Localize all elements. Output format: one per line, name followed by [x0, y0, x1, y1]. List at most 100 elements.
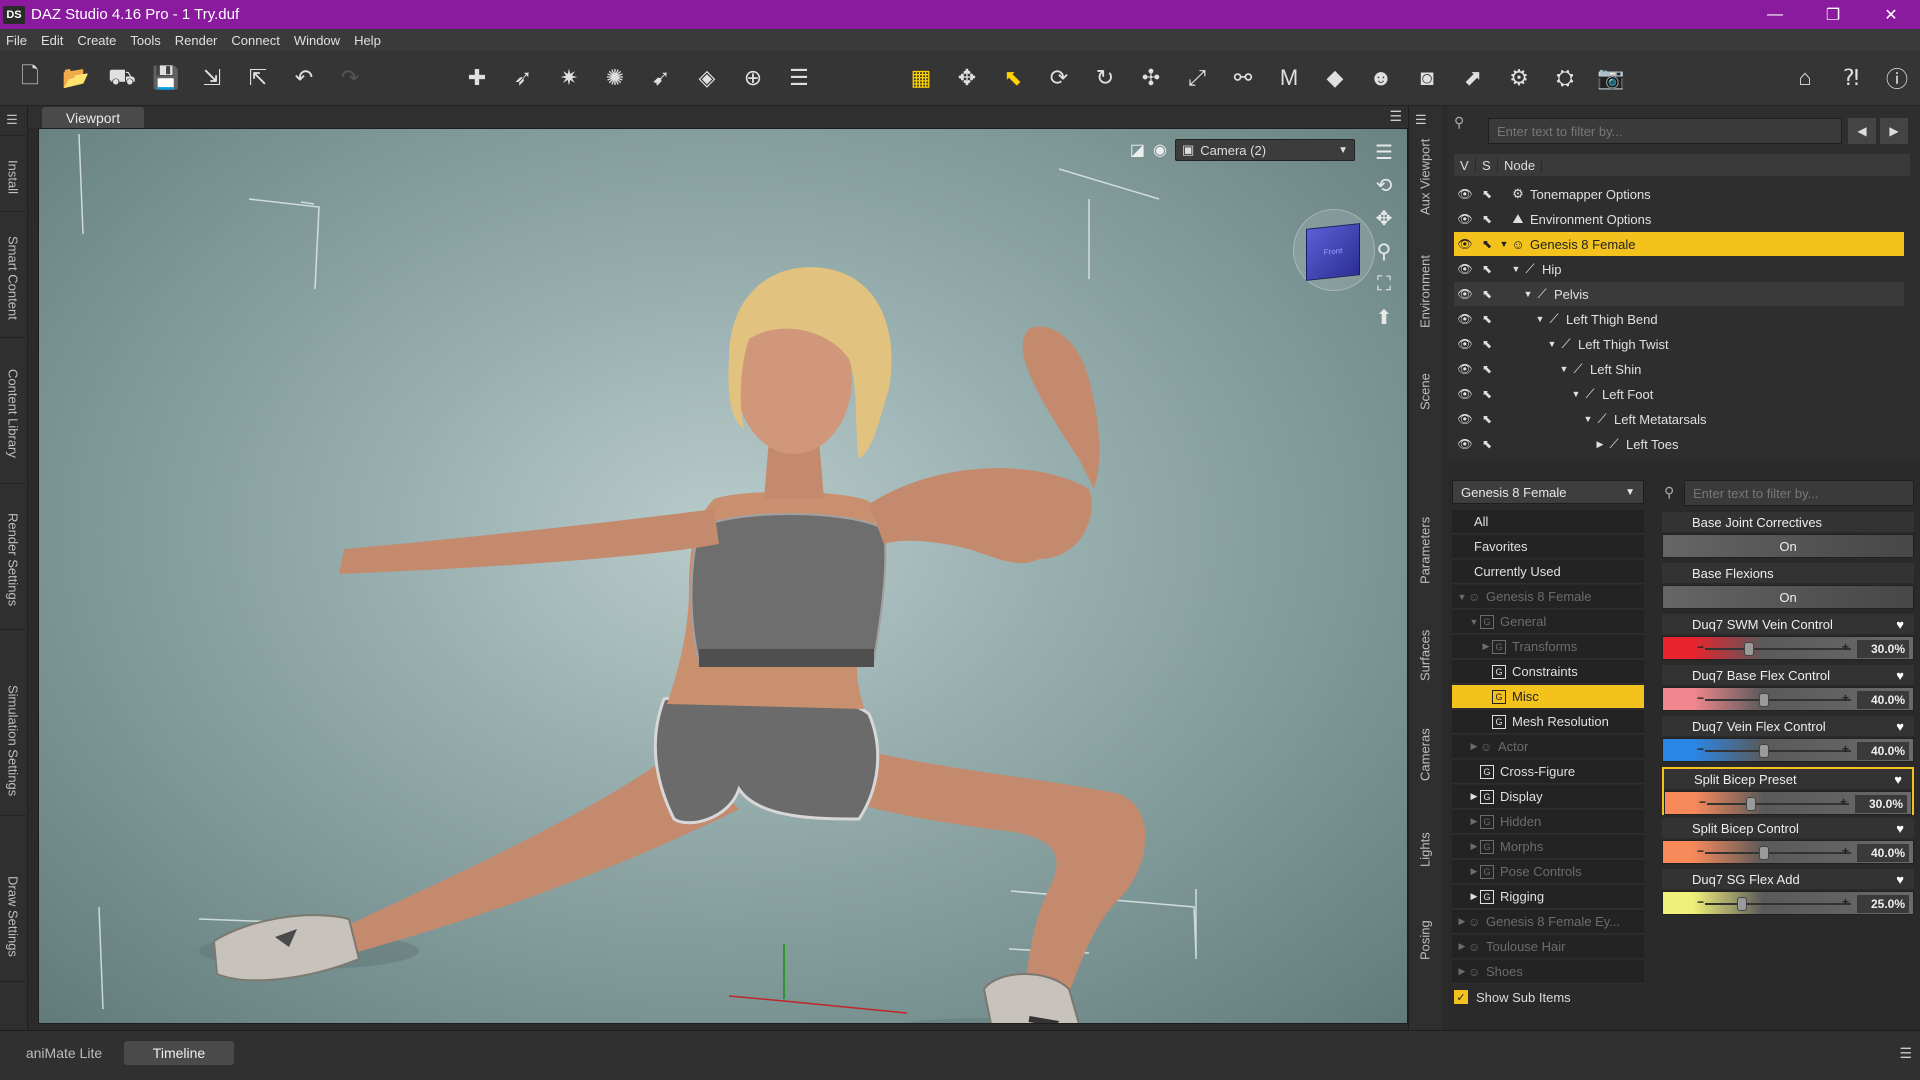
parameter-slider[interactable]: Split Bicep Preset ♥ − +30.0%	[1662, 767, 1914, 815]
slider-bar[interactable]: − +30.0%	[1662, 636, 1914, 660]
expand-toggle-icon[interactable]: ▼	[1468, 617, 1480, 627]
slider-bar[interactable]: − +25.0%	[1662, 891, 1914, 915]
expand-toggle-icon[interactable]: ▼	[1456, 592, 1468, 602]
daz-home-icon[interactable]: ⌂	[1790, 63, 1820, 93]
parameter-category-row[interactable]: ▶ G Hidden	[1452, 810, 1644, 834]
active-pose-icon[interactable]: ⬈	[1458, 63, 1488, 93]
camera-select[interactable]: ▣ Camera (2) ▼	[1175, 139, 1355, 161]
parameter-category-row[interactable]: G Mesh Resolution	[1452, 710, 1644, 734]
expand-toggle-icon[interactable]: ▶	[1468, 816, 1480, 827]
scene-next-icon[interactable]: ▶	[1880, 118, 1908, 144]
joint-editor-icon[interactable]: ⚯	[1228, 63, 1258, 93]
expand-toggle-icon[interactable]: ▶	[1468, 741, 1480, 752]
expand-toggle-icon[interactable]: ▼	[1534, 314, 1546, 324]
parameters-filter-input[interactable]: Enter text to filter by...	[1684, 480, 1914, 506]
visibility-eye-icon[interactable]: 👁	[1454, 287, 1476, 301]
slider-track[interactable]	[1705, 750, 1851, 752]
whats-this-icon[interactable]: ⁈	[1836, 63, 1866, 93]
show-sub-items-checkbox[interactable]: ✓ Show Sub Items	[1454, 986, 1571, 1008]
tab-parameters[interactable]: Parameters	[1413, 500, 1437, 600]
bottom-panel-menu-icon[interactable]: ☰	[1899, 1045, 1912, 1062]
expand-toggle-icon[interactable]: ▼	[1570, 389, 1582, 399]
render-grid-icon[interactable]: ▦	[906, 63, 936, 93]
menu-create[interactable]: Create	[77, 33, 116, 48]
menu-tools[interactable]: Tools	[130, 33, 160, 48]
scene-node-row[interactable]: 👁 ⬉ ⚙ Tonemapper Options	[1454, 182, 1904, 206]
parameter-category-row[interactable]: ▶ G Display	[1452, 785, 1644, 809]
scale-tool-icon[interactable]: ⤢	[1182, 63, 1212, 93]
scene-node-row[interactable]: 👁 ⬉ ▼ ⟋ Left Thigh Twist	[1454, 332, 1904, 356]
menu-render[interactable]: Render	[175, 33, 218, 48]
orbit-icon[interactable]: ⟲	[1369, 170, 1399, 200]
col-node[interactable]: Node	[1498, 157, 1543, 173]
slider-track[interactable]	[1705, 648, 1851, 650]
parameter-category-row[interactable]: ▶ G Pose Controls	[1452, 860, 1644, 884]
toggle-value[interactable]: On	[1662, 585, 1914, 609]
scene-node-row[interactable]: 👁 ⬉ ▼ ⟋ Left Foot	[1454, 382, 1904, 406]
new-file-icon[interactable]: 🗋	[15, 63, 45, 93]
menu-window[interactable]: Window	[294, 33, 340, 48]
selectable-arrow-icon[interactable]: ⬉	[1476, 287, 1498, 301]
selectable-arrow-icon[interactable]: ⬉	[1476, 337, 1498, 351]
expand-toggle-icon[interactable]: ▼	[1498, 239, 1510, 249]
decrement-icon[interactable]: −	[1697, 742, 1704, 756]
slider-knob[interactable]	[1746, 797, 1757, 811]
col-visible[interactable]: V	[1454, 157, 1476, 173]
parameter-category-row[interactable]: ▶ ☺ Shoes	[1452, 960, 1644, 984]
close-button[interactable]: ✕	[1862, 0, 1920, 29]
iray-render-icon[interactable]: ⛭	[1550, 63, 1580, 93]
expand-toggle-icon[interactable]: ▶	[1468, 791, 1480, 802]
favorite-heart-icon[interactable]: ♥	[1896, 872, 1904, 887]
increment-icon[interactable]: +	[1842, 691, 1849, 705]
redo-icon[interactable]: ↷	[335, 63, 365, 93]
create-distant-light-icon[interactable]: ➶	[508, 63, 538, 93]
surface-selection-icon[interactable]: ◆	[1320, 63, 1350, 93]
selectable-arrow-icon[interactable]: ⬉	[1476, 362, 1498, 376]
decrement-icon[interactable]: −	[1697, 691, 1704, 705]
visibility-eye-icon[interactable]: 👁	[1454, 412, 1476, 426]
tab-smart-content[interactable]: Smart Content	[0, 218, 26, 338]
undo-icon[interactable]: ↶	[289, 63, 319, 93]
tab-posing[interactable]: Posing	[1413, 900, 1437, 980]
parameter-toggle[interactable]: Base Flexions On	[1662, 563, 1914, 611]
slider-value[interactable]: 40.0%	[1857, 844, 1909, 862]
parameter-category-row[interactable]: ▶ ☺ Actor	[1452, 735, 1644, 759]
viewport-menu-icon[interactable]: ☰	[1389, 108, 1402, 125]
tab-cameras[interactable]: Cameras	[1413, 710, 1437, 800]
parameter-category-row[interactable]: ▶ G Rigging	[1452, 885, 1644, 909]
expand-toggle-icon[interactable]: ▼	[1582, 414, 1594, 424]
visibility-eye-icon[interactable]: 👁	[1454, 187, 1476, 201]
parameter-category-row[interactable]: All	[1452, 510, 1644, 534]
visibility-eye-icon[interactable]: 👁	[1454, 362, 1476, 376]
menu-file[interactable]: File	[6, 33, 27, 48]
scene-node-row[interactable]: 👁 ⬉ ⛰ Environment Options	[1454, 207, 1904, 231]
draw-style-icon[interactable]: ◪	[1130, 140, 1145, 160]
slider-track[interactable]	[1705, 699, 1851, 701]
viewport[interactable]: ◪ ◉ ▣ Camera (2) ▼ ☰ ⟲ ✥ ⚲ ⛶ ⬆ Front	[38, 128, 1408, 1024]
increment-icon[interactable]: +	[1842, 640, 1849, 654]
scene-node-row[interactable]: 👁 ⬉ ▼ ⟋ Left Thigh Bend	[1454, 307, 1904, 331]
selectable-arrow-icon[interactable]: ⬉	[1476, 212, 1498, 226]
slider-track[interactable]	[1705, 852, 1851, 854]
create-point-light-icon[interactable]: ✷	[554, 63, 584, 93]
slider-track[interactable]	[1705, 903, 1851, 905]
parameter-category-row[interactable]: Currently Used	[1452, 560, 1644, 584]
export-icon[interactable]: ⇱	[243, 63, 273, 93]
tab-aux-viewport[interactable]: Aux Viewport	[1413, 132, 1437, 222]
parameter-category-row[interactable]: G Misc	[1452, 685, 1644, 709]
favorite-heart-icon[interactable]: ♥	[1896, 821, 1904, 836]
right-panel-menu-icon[interactable]: ☰	[1415, 112, 1427, 128]
view-cube[interactable]: Front	[1293, 209, 1375, 291]
scene-node-row[interactable]: 👁 ⬉ ▼ ☺ Genesis 8 Female	[1454, 232, 1904, 256]
increment-icon[interactable]: +	[1842, 895, 1849, 909]
tab-scene[interactable]: Scene	[1413, 362, 1437, 422]
restore-button[interactable]: ❐	[1804, 0, 1862, 29]
parameter-category-row[interactable]: G Constraints	[1452, 660, 1644, 684]
scene-node-row[interactable]: 👁 ⬉ ▼ ⟋ Hip	[1454, 257, 1904, 281]
visibility-eye-icon[interactable]: 👁	[1454, 387, 1476, 401]
selectable-arrow-icon[interactable]: ⬉	[1476, 262, 1498, 276]
favorite-heart-icon[interactable]: ♥	[1896, 668, 1904, 683]
visibility-eye-icon[interactable]: 👁	[1454, 262, 1476, 276]
pan-icon[interactable]: ✥	[1369, 203, 1399, 233]
expand-toggle-icon[interactable]: ▶	[1468, 891, 1480, 902]
